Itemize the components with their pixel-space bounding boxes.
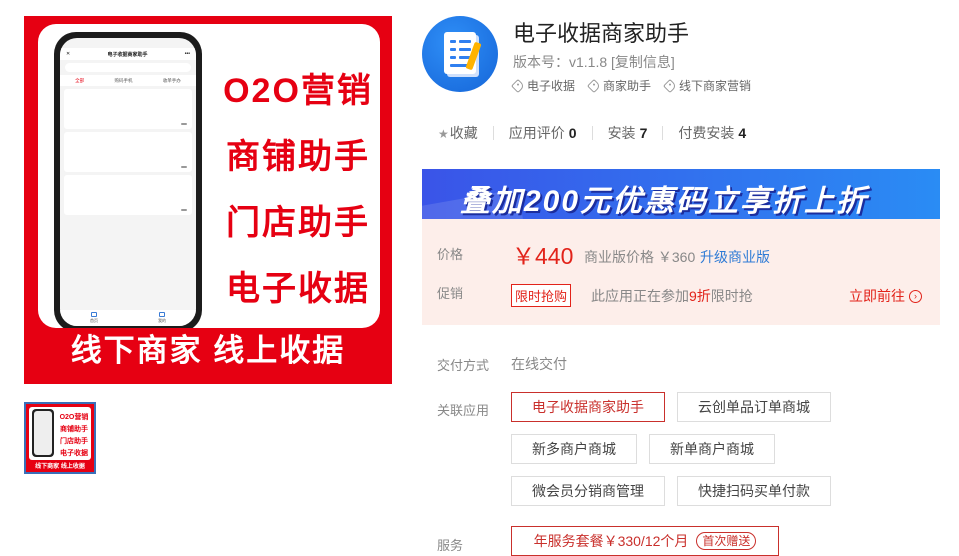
main-product-image: ✕ 电子收据商家助手 ••• 全部 购码手机 收单手办 首页 我的 O2O营销 … [24,16,392,384]
banner-slogans: O2O营销 商铺助手 门店助手 电子收据 [218,58,378,322]
rating-count: 0 [568,125,577,141]
banner-slogan: 电子收据 [226,270,370,308]
phone-order-card [64,89,192,129]
installs-stat: 安装 7 [607,125,648,141]
goto-promo-link[interactable]: 立即前往 › [849,286,922,306]
divider [662,126,664,140]
product-thumbnail[interactable]: O2O营销 商铺助手 门店助手 电子收据 线下商家 线上收据 [24,402,96,474]
phone-tab: 收单手办 [162,77,181,83]
related-app-button[interactable]: 快捷扫码买单付款 [677,476,831,506]
flash-sale-badge: 限时抢购 [511,284,572,307]
app-logo-icon [422,16,498,92]
app-tag[interactable]: 商家助手 [586,77,651,94]
price-label: 价格 [437,247,464,262]
price-value: ￥440 [512,243,574,269]
promo-label: 促销 [437,286,464,301]
delivery-value: 在线交付 [511,356,567,372]
coupon-promo-banner[interactable]: 叠加200元优惠码立享折上折 [422,169,940,219]
version-info: 版本号：v1.1.8 [复制信息] [513,52,675,72]
price-section: 价格 ￥440 商业版价格 ￥360 升级商业版 促销 限时抢购 此应用正在参加… [422,219,940,325]
business-price: 商业版价格 ￥360 [584,249,696,265]
phone-screen: ✕ 电子收据商家助手 ••• 全部 购码手机 收单手办 首页 我的 [60,38,196,326]
version-label: 版本号：v1.1.8 [513,54,608,70]
banner-bottom-text: 线下商家 线上收据 [70,333,346,368]
service-label: 服务 [437,538,464,553]
phone-tab: 购码手机 [114,77,133,83]
thumbnail-phone [32,409,54,457]
phone-order-card [64,132,192,172]
banner-slogan: 商铺助手 [226,138,370,176]
banner-slogan: O2O营销 [223,72,373,110]
related-app-button[interactable]: 新多商户商城 [511,434,637,464]
related-app-button[interactable]: 微会员分销商管理 [511,476,665,506]
phone-bottom-tab-mine: 我的 [158,312,166,324]
phone-nav-title: 电子收据商家助手 [107,51,148,58]
phone-mockup: ✕ 电子收据商家助手 ••• 全部 购码手机 收单手办 首页 我的 [54,32,202,328]
thumbnail-panel: O2O营销 商铺助手 门店助手 电子收据 [29,407,91,460]
delivery-label: 交付方式 [437,358,490,373]
tag-icon [510,78,526,93]
app-title: 电子收据商家助手 [513,21,690,46]
installs-count: 7 [639,125,648,141]
promo-discount: 9折 [689,288,711,304]
phone-card-button [181,166,187,168]
close-icon: ✕ [66,51,71,57]
thumbnail-slogan: 电子收据 [60,450,88,457]
phone-card-button [181,209,187,211]
app-stats: ★收藏 应用评价 0 安装 7 付费安装 4 [438,123,746,143]
coupon-promo-text: 叠加200元优惠码立享折上折 [460,185,869,218]
phone-tab: 全部 [75,77,85,83]
thumbnail-slogans: O2O营销 商铺助手 门店助手 电子收据 [57,412,91,460]
star-icon: ★ [438,127,449,141]
banner-white-panel: ✕ 电子收据商家助手 ••• 全部 购码手机 收单手办 首页 我的 O2O营销 … [38,24,380,328]
rating-stat[interactable]: 应用评价 0 [509,123,577,143]
phone-nav-bar: ✕ 电子收据商家助手 ••• [60,48,196,60]
app-tag[interactable]: 电子收据 [510,77,575,94]
chevron-right-icon: › [909,289,922,303]
home-icon [91,312,97,317]
phone-bottom-bar: 首页 我的 [60,310,196,326]
paid-installs-count: 4 [738,125,747,141]
app-tag[interactable]: 线下商家营销 [662,77,751,94]
phone-tabs: 全部 购码手机 收单手办 [60,75,196,86]
related-app-button[interactable]: 新单商户商城 [649,434,775,464]
related-app-button[interactable]: 云创单品订单商城 [677,392,831,422]
promo-description: 此应用正在参加9折限时抢 [591,288,753,304]
thumbnail-slogan: 门店助手 [60,438,88,445]
banner-slogan: 门店助手 [226,204,370,242]
app-tags: 电子收据 商家助手 线下商家营销 [510,77,751,94]
thumbnail-slogan: 商铺助手 [60,426,88,433]
phone-card-button [181,123,187,125]
favorite-button[interactable]: ★收藏 [438,123,478,143]
service-package-text: 年服务套餐￥330/12个月 [533,533,689,549]
copy-info-link[interactable]: [复制信息] [611,54,675,70]
paid-installs-stat: 付费安装 4 [678,125,747,141]
related-app-button[interactable]: 电子收据商家助手 [511,392,665,422]
phone-status-bar [60,38,196,48]
more-icon: ••• [184,51,190,57]
phone-bottom-tab-home: 首页 [90,312,98,324]
gift-badge: 首次赠送 [696,532,757,550]
thumbnail-slogan: O2O营销 [59,414,89,421]
upgrade-business-link[interactable]: 升级商业版 [700,247,770,267]
service-package-button[interactable]: 年服务套餐￥330/12个月 首次赠送 [511,526,779,556]
divider [492,126,494,140]
divider [591,126,593,140]
tag-icon [586,78,602,93]
thumbnail-bottom-text: 线下商家 线上收据 [35,464,85,470]
user-icon [159,312,165,317]
phone-order-card [64,175,192,215]
related-apps-label: 关联应用 [437,403,490,418]
tag-icon [662,78,678,93]
phone-search [65,63,191,72]
